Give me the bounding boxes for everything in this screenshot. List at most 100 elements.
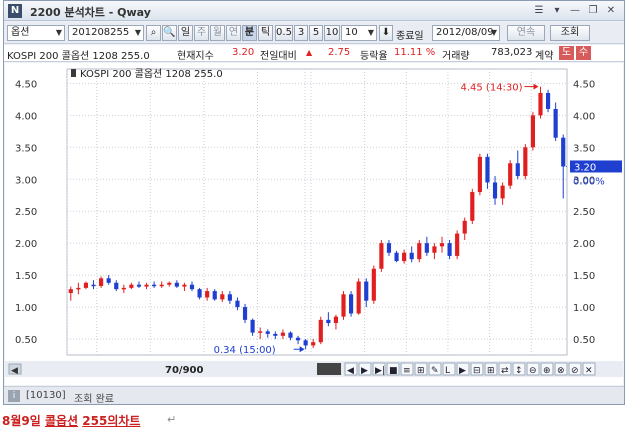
end-date-input[interactable]: 2012/08/09 ▼ <box>432 25 500 41</box>
candle-body <box>136 284 142 287</box>
candle-body <box>341 294 346 317</box>
menu-icon[interactable]: ☰ <box>532 4 546 18</box>
close-icon[interactable]: ✕ <box>604 4 618 18</box>
candle-body <box>212 291 217 300</box>
candle-body <box>189 284 195 290</box>
candle-body <box>333 316 339 324</box>
candle-body <box>235 300 240 308</box>
rate-label: 등락율 <box>360 51 388 62</box>
interval-10-button[interactable]: 10 <box>324 25 340 41</box>
interval-3-button[interactable]: 3 <box>294 25 308 41</box>
candle-body <box>144 284 149 287</box>
badge-do[interactable]: 도 <box>559 46 574 60</box>
period-tick-button[interactable]: 틱 <box>258 25 273 41</box>
high-annotation: 4.45 (14:30) <box>460 83 522 94</box>
code-search-button[interactable]: ⌕ <box>146 25 161 41</box>
candle-body <box>311 342 316 346</box>
candlestick-chart[interactable]: 0.50 0.50 1.00 1.00 1.50 1.50 2.00 2.00 2.50 2.50… <box>5 63 623 385</box>
y-tick-label-left: 2.50 <box>15 207 37 218</box>
y-tick-label-right: 2.50 <box>573 207 595 218</box>
query-button[interactable]: 조회 <box>550 25 590 41</box>
candle-body <box>371 268 376 301</box>
instrument-name: KOSPI 200 콜옵션 1208 255.0 <box>7 51 150 62</box>
nav-tool-icon: ▶ <box>459 366 466 376</box>
interval-select[interactable]: 10 ▼ <box>341 25 377 41</box>
chevron-down-icon: ▼ <box>55 28 62 37</box>
toolbar: 옵션 ▼ 201208255 ▼ ⌕ 🔍 일 주 월 연 분 틱 0.5 3 5 1… <box>4 22 624 44</box>
maximize-icon[interactable]: ❐ <box>586 4 600 18</box>
candle-body <box>492 182 498 199</box>
candle-body <box>462 220 467 234</box>
chart-area[interactable]: 0.50 0.50 1.00 1.00 1.50 1.50 2.00 2.00 2.50 2.50… <box>5 63 623 385</box>
y-tick-label-left: 4.50 <box>15 79 37 90</box>
period-month-button[interactable]: 월 <box>210 25 225 41</box>
high-arrow-icon <box>533 83 539 90</box>
nav-tool-icon: ⊟ <box>473 366 481 376</box>
magnifier-icon[interactable]: 🔍 <box>162 25 177 41</box>
app-logo-icon: N <box>8 4 22 18</box>
download-arrow-icon[interactable]: ⬇ <box>379 25 393 41</box>
candle-body <box>530 115 535 148</box>
nav-tool-icon: ⊕ <box>543 366 551 376</box>
continuous-button[interactable]: 연속 <box>507 25 545 41</box>
candle-body <box>553 108 558 138</box>
y-tick-label-left: 2.00 <box>15 239 37 250</box>
candle-body <box>83 282 89 288</box>
y-tick-label-right: 1.00 <box>573 303 595 314</box>
badge-su[interactable]: 수 <box>576 46 591 60</box>
candle-body <box>68 289 73 294</box>
candle-body <box>424 243 429 253</box>
period-minute-button[interactable]: 분 <box>242 25 257 41</box>
period-week-button[interactable]: 주 <box>194 25 209 41</box>
candle-body <box>402 252 407 262</box>
chevron-down-icon: ▼ <box>367 28 374 37</box>
candle-body <box>439 243 445 247</box>
y-tick-label-right: 0.50 <box>573 335 595 346</box>
candle-body <box>114 282 119 290</box>
candle-body <box>106 278 111 283</box>
type-select[interactable]: 옵션 ▼ <box>7 25 65 41</box>
candle-body <box>409 252 414 260</box>
y-tick-label-right: 4.50 <box>573 79 595 90</box>
nav-tool-icon: ⊞ <box>487 366 495 376</box>
overview-thumbnail <box>317 363 341 375</box>
candle-body <box>182 284 187 287</box>
nav-tool-icon: ≡ <box>403 366 411 376</box>
candle-body <box>508 163 513 186</box>
period-year-button[interactable]: 연 <box>226 25 241 41</box>
nav-tool-icon: ▶ <box>361 366 368 376</box>
return-mark-icon: ↵ <box>167 413 177 426</box>
candle-body <box>545 92 551 109</box>
y-tick-label-left: 4.00 <box>15 111 37 122</box>
nav-tool-icon: ◀ <box>347 366 354 376</box>
candle-body <box>447 243 452 256</box>
candle-body <box>91 284 96 287</box>
candle-body <box>538 92 543 116</box>
nav-tool-icon: ⇄ <box>501 366 509 376</box>
y-tick-label-left: 1.50 <box>15 271 37 282</box>
status-bar: i [10130] 조회 완료 <box>4 386 624 405</box>
legend-candle-icon <box>71 69 76 77</box>
status-code: [10130] <box>26 390 66 401</box>
candle-body <box>152 284 157 287</box>
dropdown-icon[interactable]: ▾ <box>550 4 564 18</box>
candle-body <box>349 294 354 314</box>
candle-body <box>295 337 301 341</box>
minimize-icon[interactable]: — <box>568 4 582 18</box>
volume-unit: 계약 <box>535 51 554 62</box>
candle-body <box>242 307 248 320</box>
interval-5-button[interactable]: 5 <box>309 25 323 41</box>
interval-0-5-button[interactable]: 0.5 <box>275 25 293 41</box>
nav-tool-icon: ⊘ <box>571 366 579 376</box>
current-price: 3.20 <box>232 47 255 58</box>
up-arrow-icon: ▲ <box>306 48 313 57</box>
chevron-down-icon: ▼ <box>490 28 497 37</box>
candle-body <box>121 287 126 290</box>
change-label: 전일대비 <box>260 51 297 62</box>
candle-body <box>432 246 437 253</box>
candle-body <box>99 278 104 286</box>
period-day-button[interactable]: 일 <box>178 25 193 41</box>
y-tick-label-right: 3.50 <box>573 143 595 154</box>
nav-tool-icon: ↕ <box>515 366 523 376</box>
code-input[interactable]: 201208255 ▼ <box>68 25 144 41</box>
